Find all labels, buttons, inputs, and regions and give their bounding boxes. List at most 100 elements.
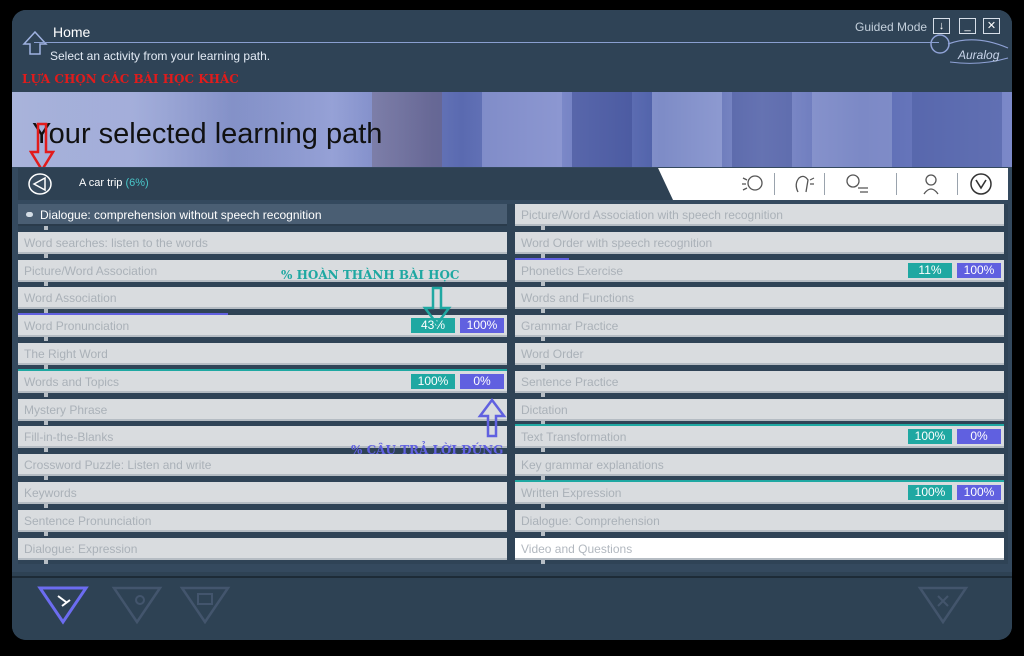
- activity-label: Phonetics Exercise: [521, 263, 624, 278]
- main-frame: Home Select an activity from your learni…: [12, 10, 1012, 640]
- activity-item[interactable]: Words and Topics 100% 0%: [18, 368, 507, 397]
- activity-item[interactable]: Picture/Word Association with speech rec…: [515, 204, 1004, 230]
- path-title[interactable]: A car trip (6%): [79, 177, 149, 189]
- learning-path-icon[interactable]: [36, 582, 90, 626]
- activity-label: Mystery Phrase: [24, 402, 108, 417]
- separator: [774, 173, 775, 195]
- annotation-lesson-completion: % HOÀN THÀNH BÀI HỌC: [281, 268, 460, 282]
- activity-label: Word Pronunciation: [24, 319, 130, 334]
- activity-item[interactable]: Word searches: listen to the words: [18, 231, 507, 258]
- activity-item[interactable]: Dialogue: Expression: [18, 537, 507, 564]
- tools-icon[interactable]: [110, 582, 164, 626]
- score-badge: 100%: [908, 429, 952, 445]
- progress-line: [515, 424, 1004, 427]
- activity-item[interactable]: Word Order: [515, 343, 1004, 369]
- activity-item[interactable]: Phonetics Exercise 11% 100%: [515, 257, 1004, 286]
- path-progress: (6%): [125, 177, 149, 189]
- path-name: A car trip: [79, 177, 123, 189]
- activity-item[interactable]: Keywords: [18, 482, 507, 508]
- row-notch: [541, 531, 545, 536]
- row-notch: [541, 365, 545, 369]
- activity-label: Video and Questions: [521, 541, 633, 556]
- conversation-icon[interactable]: [844, 172, 870, 196]
- row-notch: [541, 281, 545, 286]
- footer-divider: [12, 576, 1012, 578]
- activity-item[interactable]: Grammar Practice: [515, 315, 1004, 342]
- annotation-correct-answers: % CÂU TRẢ LỜI ĐÚNG: [351, 443, 504, 457]
- brand-name: Auralog: [958, 48, 1000, 62]
- activity-item[interactable]: Sentence Practice: [515, 370, 1004, 397]
- activity-label: Picture/Word Association with speech rec…: [521, 208, 783, 222]
- activity-label: Sentence Practice: [521, 374, 619, 389]
- dictionary-icon[interactable]: [178, 582, 232, 626]
- row-notch: [44, 337, 48, 342]
- activity-item[interactable]: Written Expression 100% 100%: [515, 480, 1004, 508]
- writing-icon[interactable]: [918, 172, 944, 196]
- activity-label: Words and Topics: [24, 374, 119, 389]
- banner-photo: [482, 92, 562, 167]
- banner-photo: [732, 92, 792, 167]
- correct-badge: 100%: [957, 485, 1001, 500]
- activity-label: The Right Word: [24, 347, 108, 361]
- row-notch: [44, 420, 48, 425]
- progress-line: [515, 480, 1004, 482]
- activity-item[interactable]: Dictation: [515, 398, 1004, 425]
- banner-title: Your selected learning path: [32, 118, 383, 150]
- row-notch: [541, 448, 545, 453]
- active-indicator-icon: [26, 212, 33, 217]
- banner-photo: [912, 92, 1002, 167]
- row-notch: [44, 476, 48, 481]
- separator: [896, 173, 897, 195]
- speaking-icon[interactable]: [790, 172, 816, 196]
- row-notch: [541, 559, 545, 564]
- score-badge: 100%: [411, 373, 455, 389]
- activity-label: Key grammar explanations: [521, 458, 664, 473]
- activity-label: Keywords: [24, 486, 77, 500]
- score-badge: 11%: [908, 262, 952, 278]
- grammar-icon[interactable]: [968, 172, 994, 196]
- banner-photo: [812, 92, 892, 167]
- banner-photo: [572, 92, 632, 167]
- activity-label: Dialogue: Expression: [24, 541, 138, 556]
- page-title: Home: [53, 24, 91, 40]
- row-notch: [44, 253, 48, 258]
- activity-item[interactable]: The Right Word: [18, 343, 507, 369]
- back-arrow-icon[interactable]: [28, 173, 52, 195]
- row-notch: [44, 559, 48, 564]
- header-divider: [34, 42, 939, 43]
- activity-label: Word Order: [521, 347, 584, 361]
- activity-label: Dialogue: Comprehension: [521, 513, 660, 528]
- activity-item[interactable]: Key grammar explanations: [515, 454, 1004, 481]
- activity-label: Dialogue: comprehension without speech r…: [40, 208, 322, 222]
- row-notch: [44, 281, 48, 286]
- correct-badge: 0%: [460, 373, 504, 389]
- annotation-other-lessons: LỰA CHỌN CÁC BÀI HỌC KHÁC: [22, 72, 239, 86]
- activity-label: Word Association: [24, 291, 117, 306]
- activity-label: Fill-in-the-Blanks: [24, 430, 114, 445]
- activity-item[interactable]: Crossword Puzzle: Listen and write: [18, 454, 507, 481]
- app-window: Home Select an activity from your learni…: [0, 0, 1024, 656]
- guided-mode-label[interactable]: Guided Mode: [855, 20, 927, 34]
- red-arrow-down-icon: [29, 122, 55, 167]
- activity-label: Sentence Pronunciation: [24, 513, 152, 528]
- home-icon[interactable]: [22, 30, 48, 56]
- activity-list: Dialogue: comprehension without speech r…: [18, 204, 1008, 564]
- separator: [824, 173, 825, 195]
- activity-item[interactable]: Dialogue: Comprehension: [515, 509, 1004, 536]
- row-notch: [541, 309, 545, 314]
- activity-item[interactable]: Mystery Phrase: [18, 398, 507, 425]
- activity-item[interactable]: Word Order with speech recognition: [515, 231, 1004, 258]
- activity-item[interactable]: Video and Questions: [515, 537, 1004, 564]
- row-notch: [541, 392, 545, 397]
- row-notch: [44, 504, 48, 508]
- row-notch: [44, 392, 48, 397]
- teal-arrow-down-icon: [422, 286, 452, 327]
- activity-item[interactable]: Text Transformation 100% 0%: [515, 424, 1004, 453]
- activity-item[interactable]: Words and Functions: [515, 287, 1004, 314]
- help-icon[interactable]: [916, 582, 970, 626]
- path-tab: A car trip (6%): [18, 168, 673, 200]
- activity-item[interactable]: Dialogue: comprehension without speech r…: [18, 204, 507, 230]
- listening-icon[interactable]: [740, 172, 766, 196]
- activity-item[interactable]: Sentence Pronunciation: [18, 509, 507, 536]
- activity-label: Picture/Word Association: [24, 263, 158, 278]
